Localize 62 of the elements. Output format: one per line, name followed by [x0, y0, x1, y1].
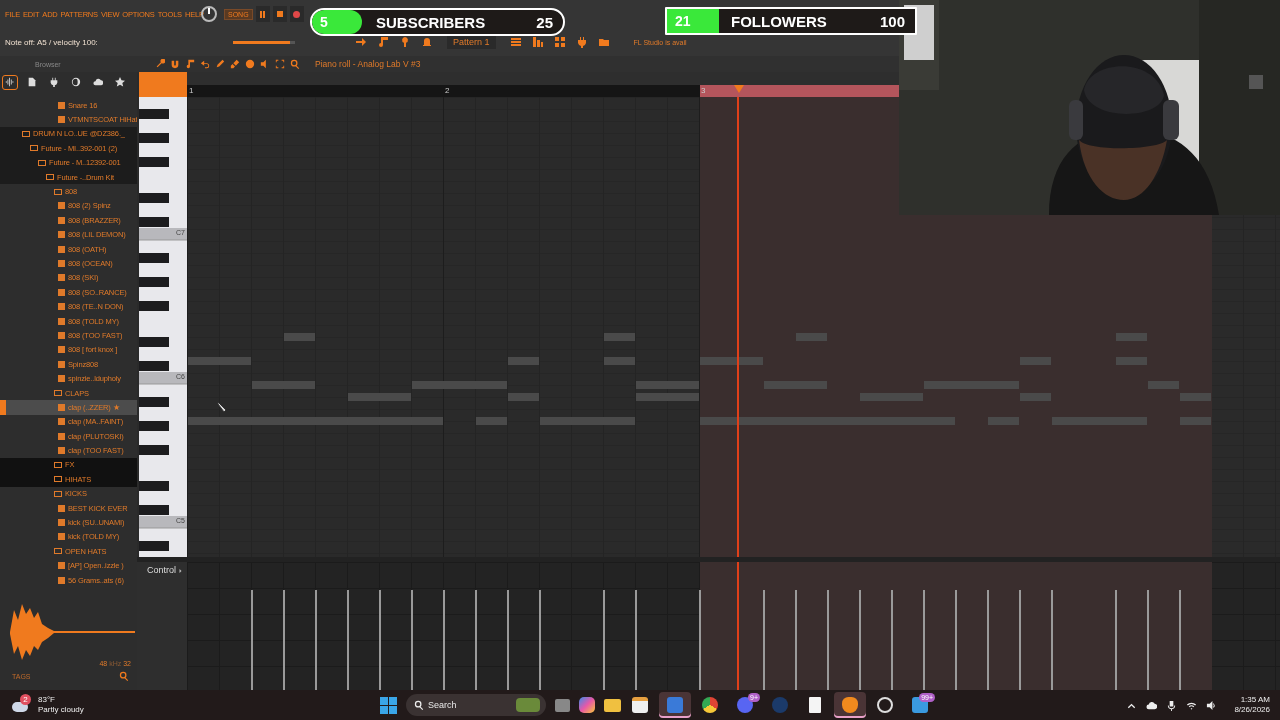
- bar-number: 1: [189, 86, 194, 96]
- timeline-ruler[interactable]: 1 2 3: [187, 85, 899, 97]
- folder-icon: [54, 390, 62, 396]
- mixer-icon[interactable]: [509, 36, 522, 48]
- piano-roll-title: Piano roll - Analog Lab V #3: [315, 59, 421, 69]
- master-slider[interactable]: [233, 40, 295, 44]
- undo-icon[interactable]: [200, 59, 210, 69]
- search-icon[interactable]: [119, 671, 129, 681]
- task-view-icon[interactable]: [555, 698, 570, 712]
- folder-icon: [54, 548, 62, 555]
- select-icon[interactable]: [275, 59, 285, 69]
- hint-text: Note off: A5 / velocity 100:: [5, 37, 99, 47]
- note-icon[interactable]: [377, 36, 389, 48]
- stop-button[interactable]: [272, 6, 287, 22]
- steam-icon: [772, 697, 788, 713]
- pencil-cursor-icon: [217, 401, 227, 413]
- start-icon[interactable]: [380, 696, 397, 714]
- magnet-icon[interactable]: [170, 59, 180, 69]
- caret-icon[interactable]: [178, 568, 184, 574]
- store-icon: [632, 697, 648, 713]
- clock-time[interactable]: 1:35 AM: [1240, 695, 1270, 705]
- search-icon[interactable]: [290, 59, 300, 69]
- bar-number: 3: [701, 86, 706, 96]
- control-selector[interactable]: Control: [147, 565, 176, 575]
- pin-icon[interactable]: [399, 36, 411, 48]
- delete-icon[interactable]: [245, 59, 255, 69]
- piano-keyboard-drawing[interactable]: [139, 97, 187, 557]
- brush-icon[interactable]: [230, 59, 240, 69]
- mail-icon: [667, 697, 683, 713]
- arrow-icon[interactable]: [355, 36, 367, 48]
- app-icon[interactable]: [579, 697, 595, 713]
- speaker-icon[interactable]: [1206, 699, 1218, 711]
- folder-icon[interactable]: [604, 698, 621, 712]
- pencil-icon[interactable]: [215, 59, 225, 69]
- clock-date[interactable]: 8/26/2026: [1234, 705, 1270, 715]
- weather-condition[interactable]: Partly cloudy: [38, 705, 84, 715]
- goal-count: 21: [674, 13, 692, 29]
- waveform-icon[interactable]: [2, 74, 18, 90]
- pause-button[interactable]: [255, 6, 270, 22]
- document-icon: [809, 697, 821, 713]
- browser-icon: [702, 697, 718, 713]
- goal-label: SUBSCRIBERS: [376, 13, 487, 31]
- bar-number: 2: [445, 86, 450, 96]
- wrench-icon[interactable]: [155, 59, 165, 69]
- goal-target: 100: [879, 12, 906, 30]
- folder-icon[interactable]: [597, 36, 610, 48]
- microphone-icon[interactable]: [1166, 699, 1178, 711]
- plug-icon[interactable]: [575, 36, 588, 48]
- search-icon: [414, 700, 424, 710]
- grid-icon[interactable]: [553, 36, 566, 48]
- bars-icon[interactable]: [531, 36, 544, 48]
- goal-count: 5: [319, 14, 329, 30]
- goal-target: 25: [536, 13, 554, 31]
- record-icon: [877, 697, 893, 713]
- goal-label: FOLLOWERS: [731, 12, 828, 30]
- playhead-marker-icon[interactable]: [734, 85, 744, 93]
- fruit-icon: [842, 697, 858, 713]
- cloud-icon[interactable]: [1146, 699, 1158, 711]
- record-button[interactable]: [289, 6, 304, 22]
- bell-icon[interactable]: [421, 36, 433, 48]
- note-icon[interactable]: [185, 59, 195, 69]
- weather-temperature[interactable]: 83°F: [38, 695, 84, 705]
